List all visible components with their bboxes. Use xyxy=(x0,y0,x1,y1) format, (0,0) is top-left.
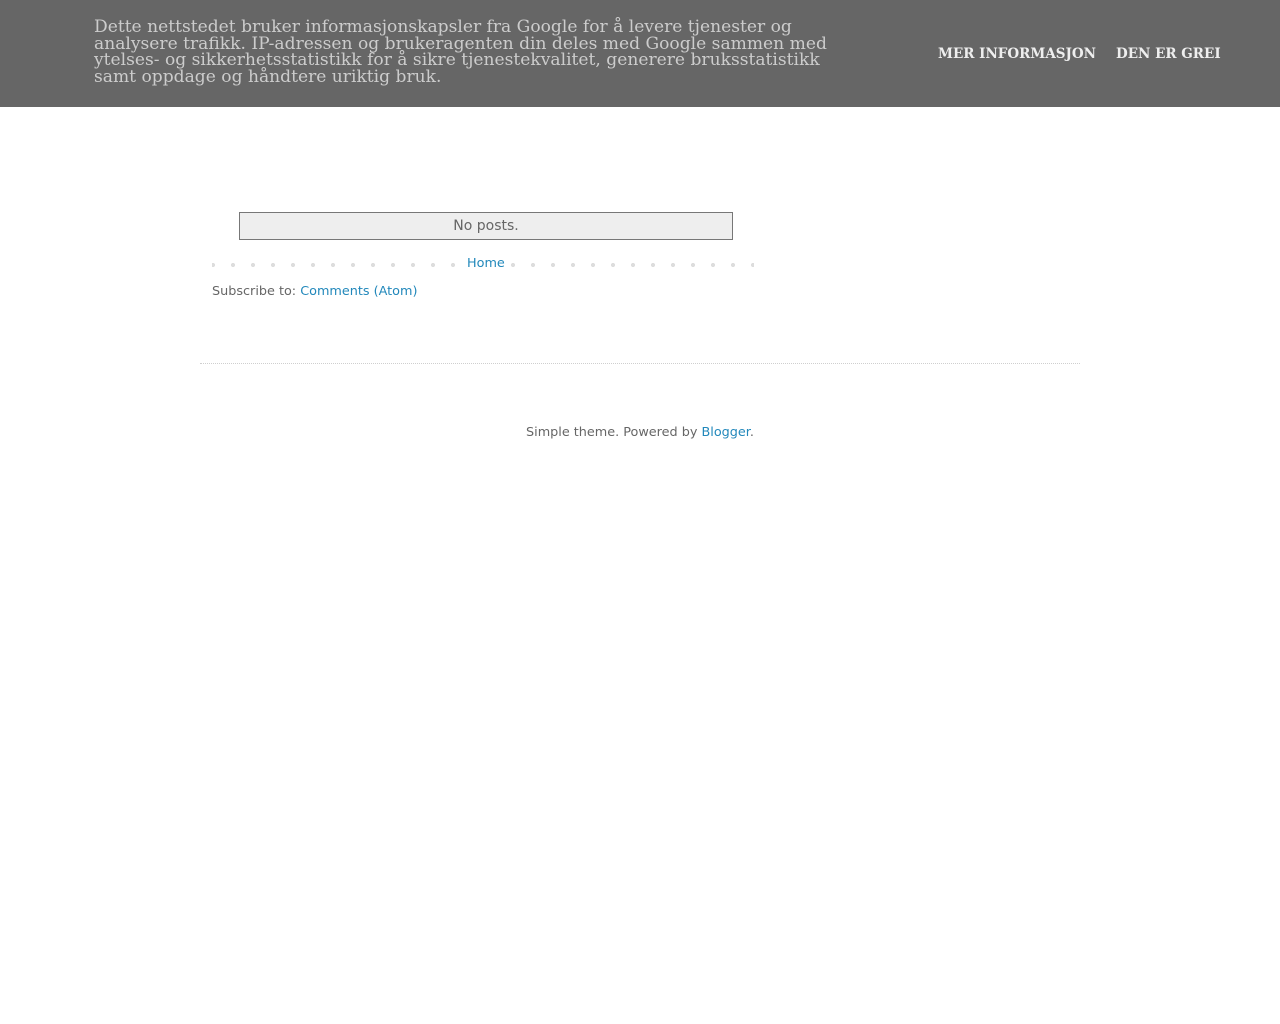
footer-text: Simple theme. Powered by xyxy=(526,425,698,440)
accept-cookies-link[interactable]: DEN ER GREI xyxy=(1116,46,1221,62)
footer-period: . xyxy=(749,425,754,440)
cookie-notice-banner: Dette nettstedet bruker informasjonskaps… xyxy=(0,0,1280,107)
comments-atom-link[interactable]: Comments (Atom) xyxy=(300,284,417,299)
subscribe-feed: Subscribe to: Comments (Atom) xyxy=(212,284,754,300)
blog-pager: Home xyxy=(212,255,754,275)
cookie-notice-actions: MER INFORMASJON DEN ER GREI xyxy=(938,45,1221,63)
footer-divider xyxy=(200,363,1080,364)
page-footer: Simple theme. Powered by Blogger. xyxy=(0,425,1280,441)
blogger-link[interactable]: Blogger xyxy=(702,425,750,440)
more-info-link[interactable]: MER INFORMASJON xyxy=(938,46,1096,62)
home-link[interactable]: Home xyxy=(462,256,510,272)
no-posts-message: No posts. xyxy=(239,212,733,240)
cookie-notice-message: Dette nettstedet bruker informasjonskaps… xyxy=(94,17,827,87)
subscribe-label: Subscribe to: xyxy=(212,284,297,299)
main-content: No posts. Home Subscribe to: Comments (A… xyxy=(212,212,754,300)
